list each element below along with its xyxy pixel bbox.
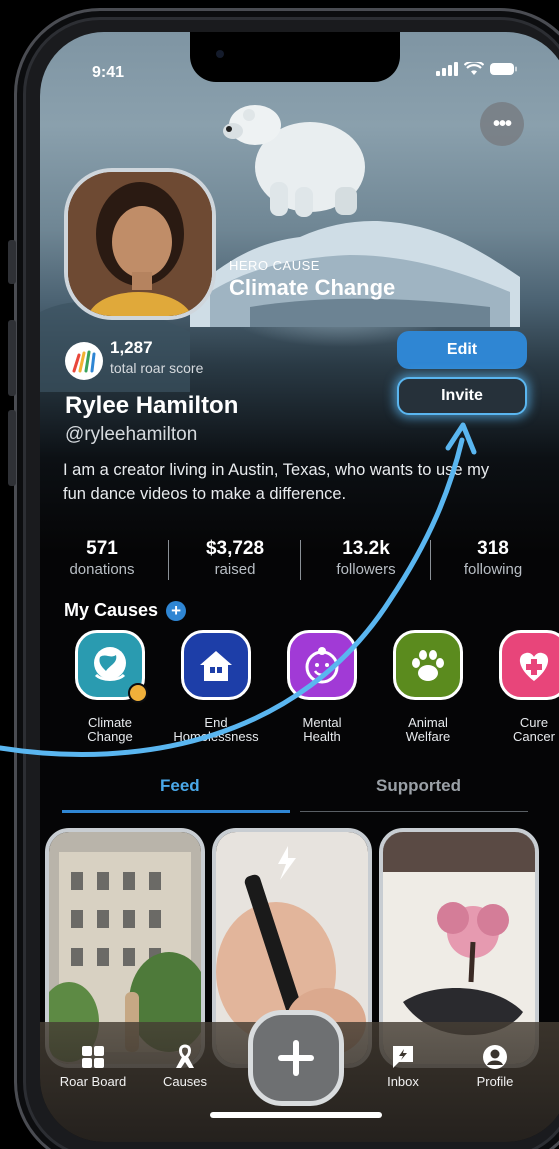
annotation-arrow-icon [0, 422, 477, 757]
